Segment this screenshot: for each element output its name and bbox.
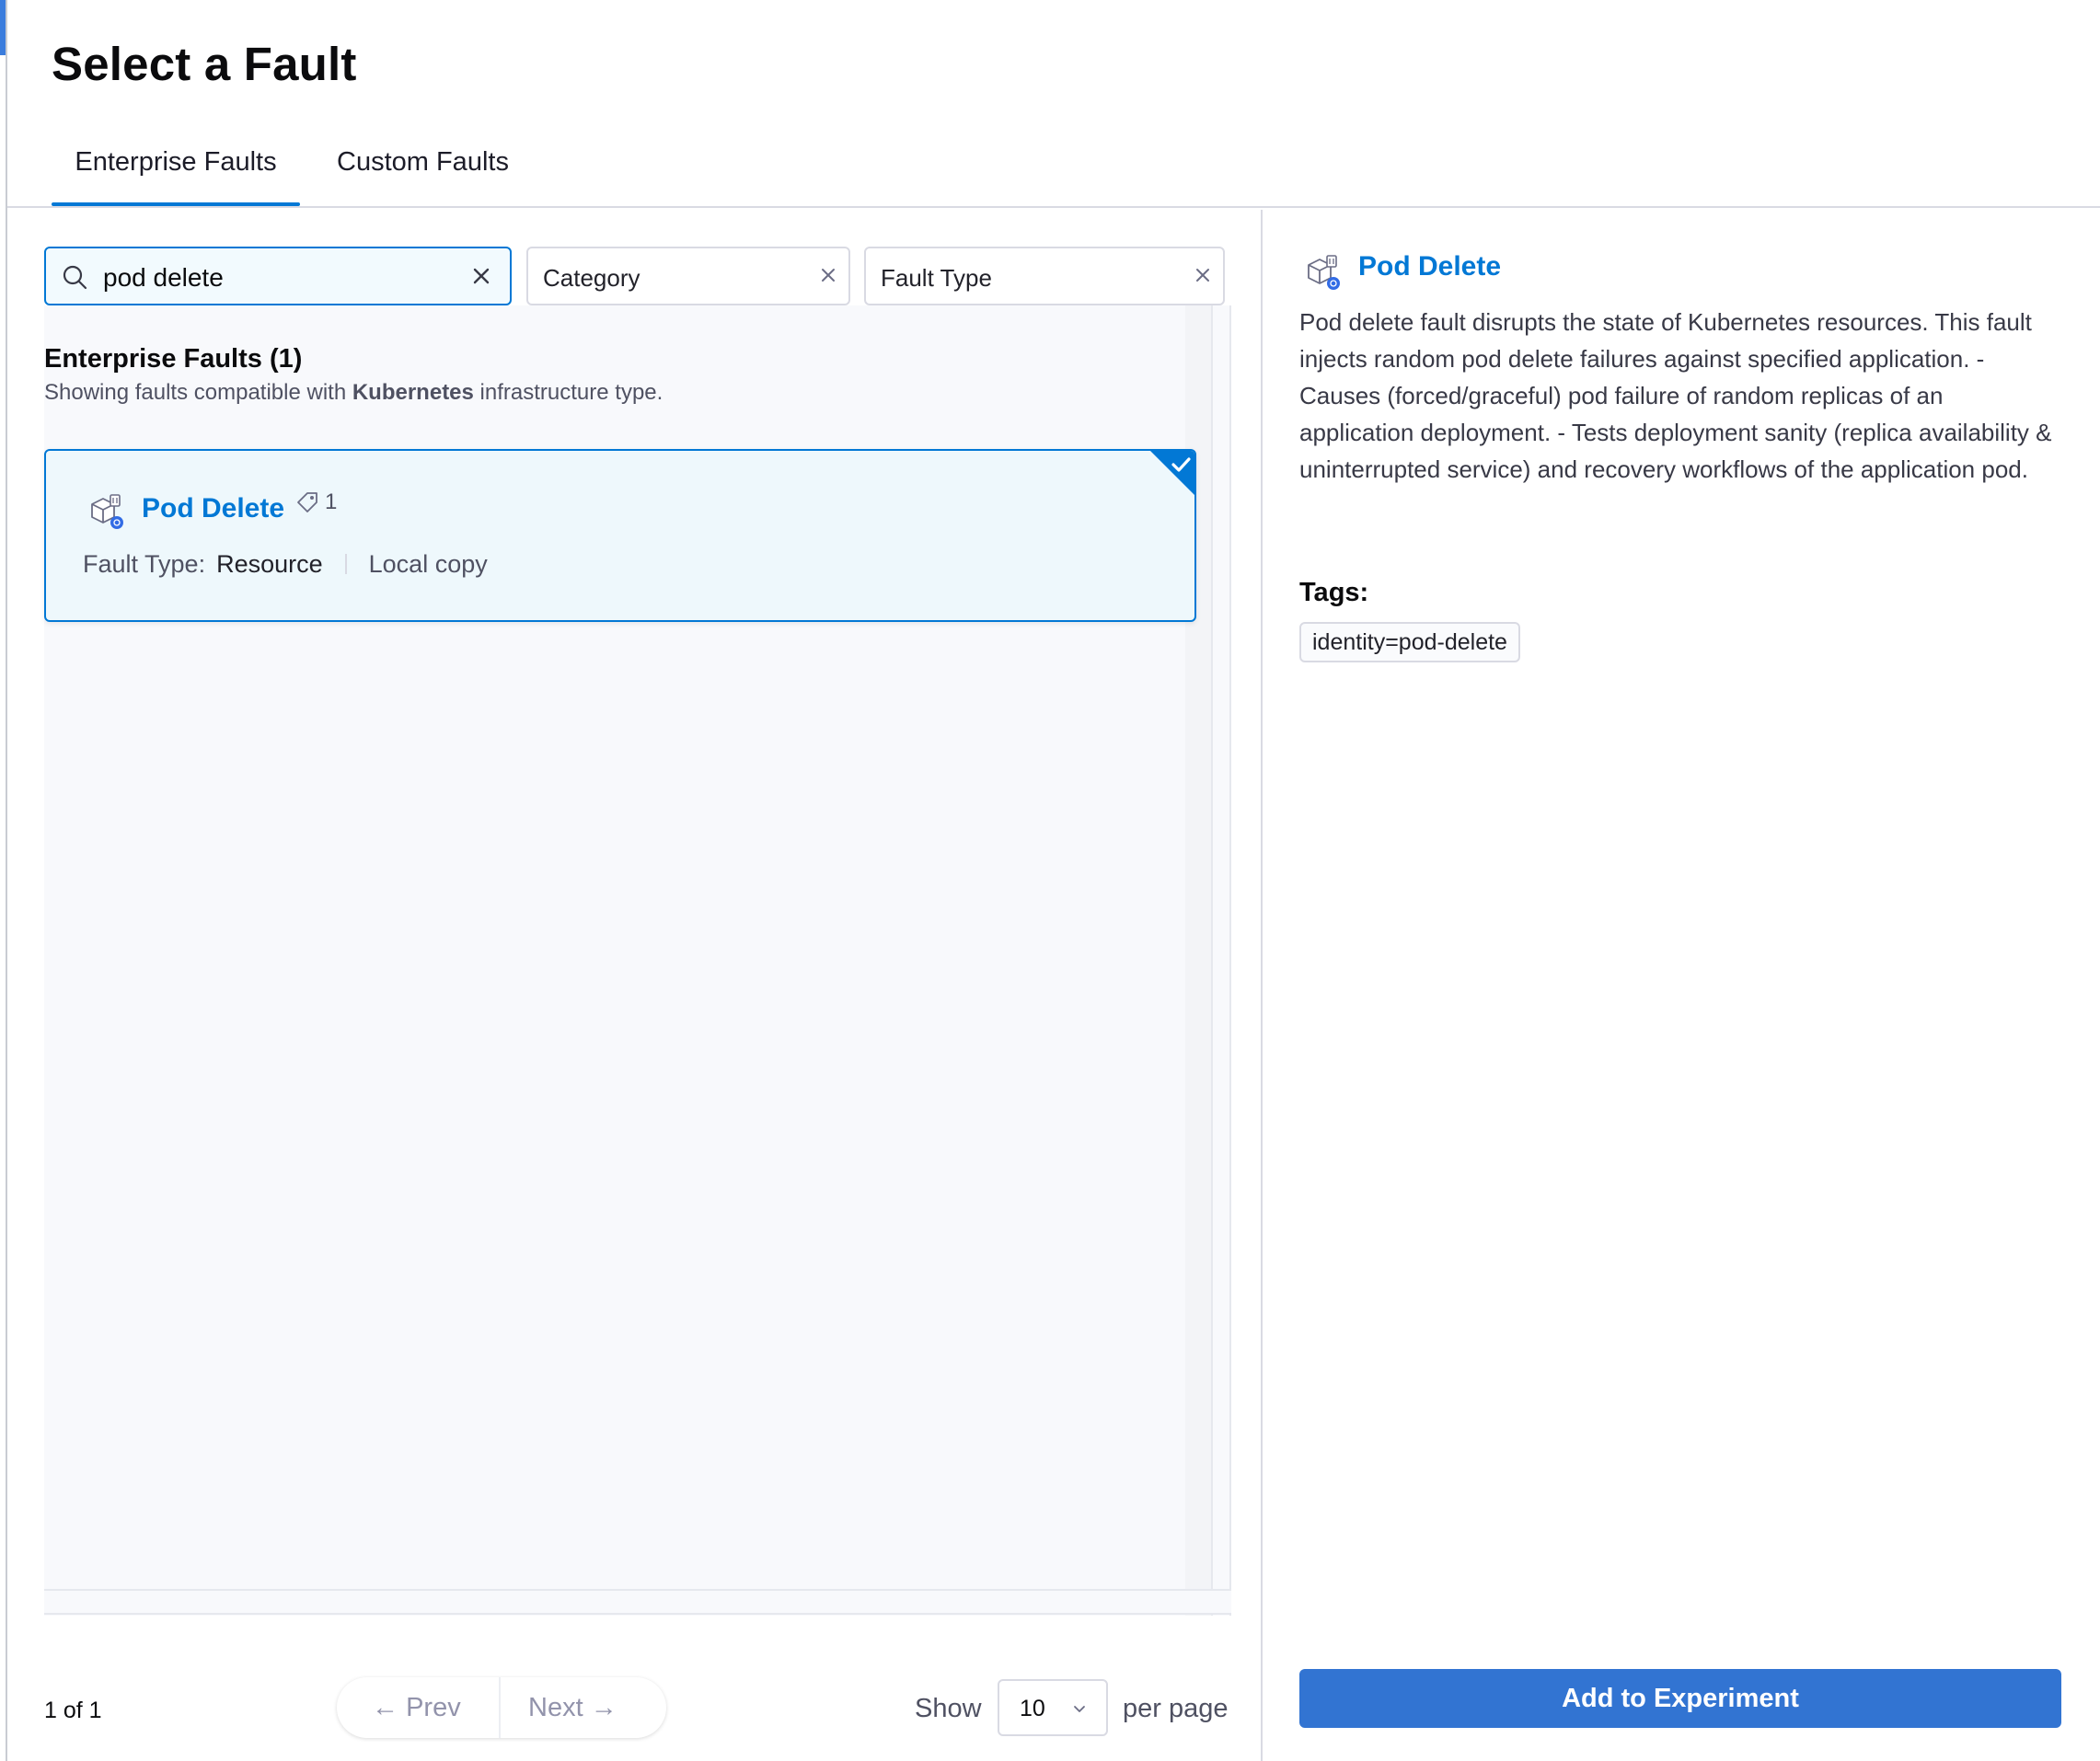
kubernetes-fault-icon (1308, 255, 1340, 290)
show-label: Show (915, 1694, 982, 1723)
results-subtitle-prefix: Showing faults compatible with (44, 380, 352, 405)
page-info: 1 of 1 (44, 1698, 102, 1723)
tag-chip: identity=pod-delete (1299, 622, 1520, 662)
fault-type-label: Fault Type: (83, 550, 206, 578)
next-button[interactable]: Next → (528, 1677, 617, 1738)
category-filter-label: Category (543, 264, 640, 292)
detail-description: Pod delete fault disrupts the state of K… (1299, 308, 2052, 483)
dialog-header: Select a Fault Enterprise Faults Custom … (7, 0, 2100, 208)
fault-source: Local copy (368, 550, 488, 578)
results-subtitle-infra: Kubernetes (352, 380, 474, 405)
clear-fault-type-icon[interactable] (1194, 266, 1212, 284)
fault-detail-pane: Pod Delete Pod delete fault disrupts the… (1261, 210, 2100, 1761)
per-page-value: 10 (1020, 1696, 1045, 1721)
results-horizontal-scrollbar[interactable] (44, 1589, 1231, 1615)
tag-count: 1 (325, 489, 338, 514)
add-to-experiment-button[interactable]: Add to Experiment (1299, 1669, 2061, 1728)
results-heading: Enterprise Faults (1) (44, 344, 303, 374)
arrow-left-icon: ← (372, 1693, 407, 1722)
results-subtitle: Showing faults compatible with Kubernete… (44, 380, 663, 406)
selected-check-icon (1150, 451, 1194, 495)
prev-button[interactable]: ← Prev (372, 1677, 461, 1738)
meta-divider (344, 554, 347, 574)
kubernetes-fault-icon (91, 494, 123, 529)
search-value: pod delete (103, 263, 224, 292)
fault-list-pane: pod delete Category Fault Type Enterpris… (7, 210, 1261, 1761)
active-tab-indicator (52, 202, 300, 206)
tab-custom-faults[interactable]: Custom Faults (337, 147, 509, 178)
detail-title: Pod Delete (1358, 251, 1502, 282)
fault-card-pod-delete[interactable]: Pod Delete 1 Fault Type: Resource Local co… (44, 449, 1196, 622)
fault-type-value: Resource (216, 550, 323, 578)
tags-label: Tags: (1299, 578, 1369, 607)
search-icon (63, 265, 87, 290)
pager-controls: ← Prev Next → (337, 1677, 666, 1738)
chevron-down-icon (1074, 1706, 1085, 1712)
next-label: Next (528, 1693, 583, 1722)
fault-type-filter-label: Fault Type (881, 264, 992, 292)
arrow-right-icon: → (583, 1693, 617, 1722)
fault-card-title[interactable]: Pod Delete (142, 493, 284, 524)
per-page-label: per page (1123, 1694, 1229, 1723)
fault-card-meta: Fault Type: Resource Local copy (83, 550, 488, 579)
fault-type-filter[interactable]: Fault Type (864, 247, 1225, 305)
per-page-select[interactable]: 10 (998, 1679, 1108, 1736)
pager-divider (499, 1677, 501, 1738)
tab-enterprise-faults[interactable]: Enterprise Faults (52, 147, 300, 178)
category-filter[interactable]: Category (526, 247, 850, 305)
clear-category-icon[interactable] (819, 266, 837, 284)
clear-search-icon[interactable] (471, 266, 491, 286)
search-input[interactable]: pod delete (44, 247, 512, 305)
page-title: Select a Fault (52, 38, 357, 90)
pagination: 1 of 1 ← Prev Next → Show 10 per page (44, 1677, 1231, 1742)
results-subtitle-suffix: infrastructure type. (473, 380, 663, 405)
tag-icon (297, 492, 317, 512)
prev-label: Prev (406, 1693, 461, 1722)
